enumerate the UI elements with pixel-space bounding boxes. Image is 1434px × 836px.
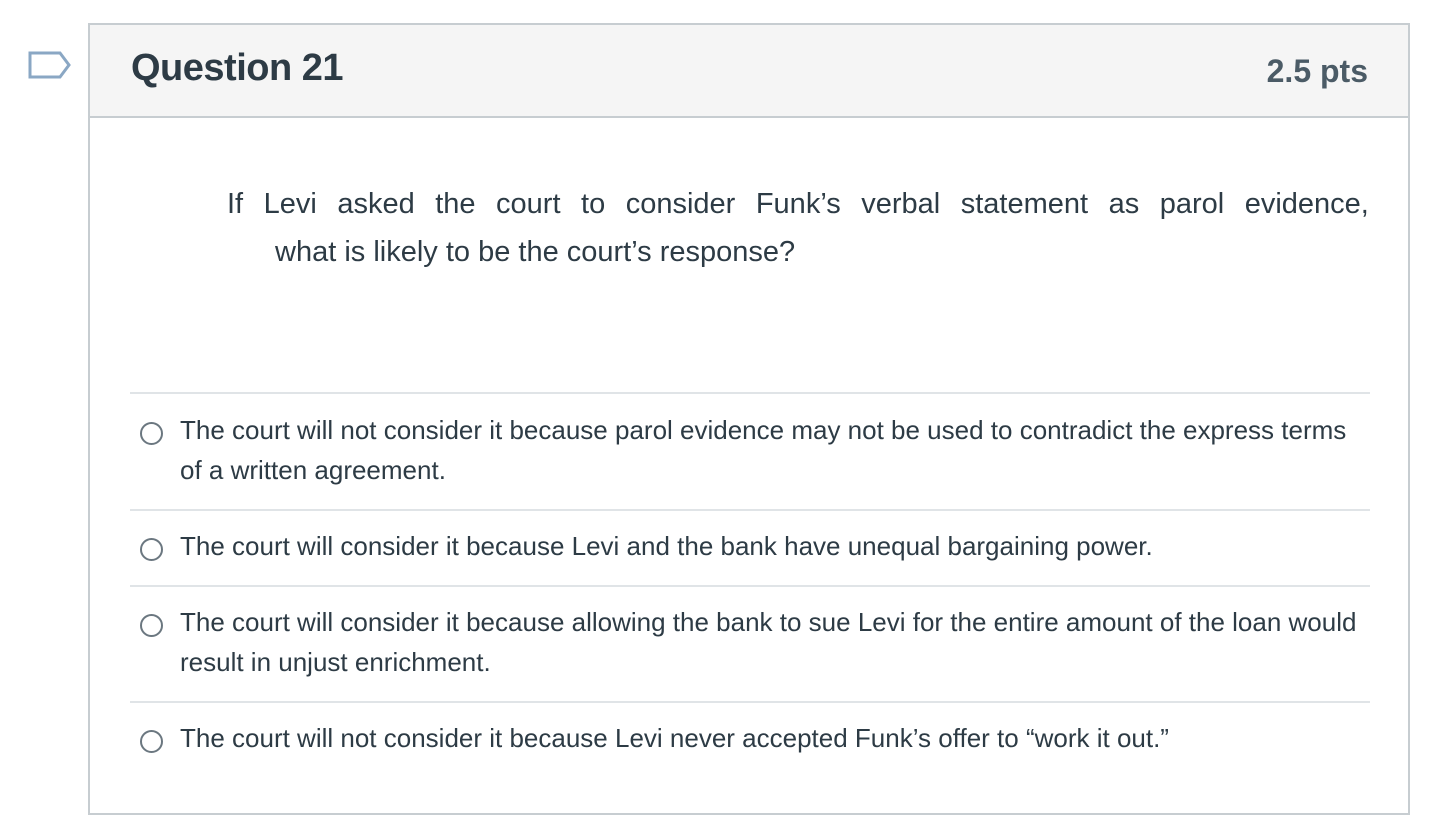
- question-word: as: [1108, 188, 1140, 220]
- question-word: verbal: [861, 188, 941, 220]
- question-header: Question 21 2.5 pts: [90, 25, 1408, 118]
- question-word: Levi: [263, 188, 317, 220]
- question-word: statement: [960, 188, 1089, 220]
- question-text-line2: what is likely to be the court’s respons…: [275, 236, 796, 268]
- answer-option[interactable]: The court will not consider it because L…: [130, 701, 1370, 781]
- question-word: asked: [337, 188, 415, 220]
- answer-option[interactable]: The court will consider it because allow…: [130, 585, 1370, 701]
- question-word: the: [435, 188, 476, 220]
- question-word: parol: [1159, 188, 1225, 220]
- question-text: If Levi asked the court to consider Funk’s verba…: [227, 180, 1369, 276]
- answer-label: The court will consider it because Levi …: [180, 531, 1153, 561]
- radio-button-icon[interactable]: [140, 538, 163, 561]
- question-word: consider: [625, 188, 736, 220]
- answer-option[interactable]: The court will consider it because Levi …: [130, 509, 1370, 585]
- answer-label: The court will consider it because allow…: [180, 607, 1357, 677]
- question-word: court: [496, 188, 561, 220]
- question-points: 2.5 pts: [1266, 53, 1368, 89]
- question-text-line1: If Levi asked the court to consider Funk’s verba…: [227, 180, 1369, 228]
- flag-question-icon[interactable]: [27, 50, 73, 86]
- answer-list: The court will not consider it because p…: [130, 392, 1370, 781]
- question-word: Funk’s: [755, 188, 841, 220]
- question-title: Question 21: [131, 47, 344, 89]
- answer-option[interactable]: The court will not consider it because p…: [130, 392, 1370, 509]
- radio-button-icon[interactable]: [140, 730, 163, 753]
- question-word: evidence,: [1244, 188, 1369, 220]
- question-card: Question 21 2.5 pts If Levi asked the court t…: [88, 23, 1410, 815]
- answer-label: The court will not consider it because p…: [180, 415, 1347, 485]
- radio-button-icon[interactable]: [140, 614, 163, 637]
- answer-label: The court will not consider it because L…: [180, 723, 1169, 753]
- question-word: to: [581, 188, 606, 220]
- radio-button-icon[interactable]: [140, 422, 163, 445]
- question-word: If: [227, 188, 244, 220]
